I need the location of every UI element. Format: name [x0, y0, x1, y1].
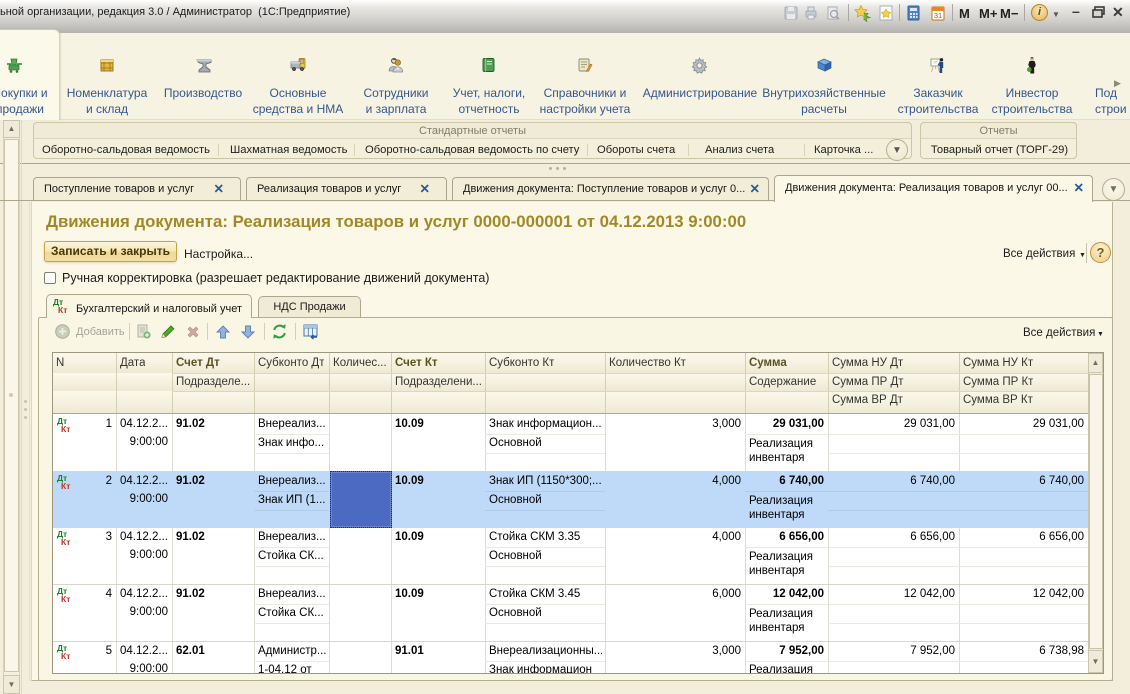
svg-text:31: 31 — [934, 11, 942, 20]
